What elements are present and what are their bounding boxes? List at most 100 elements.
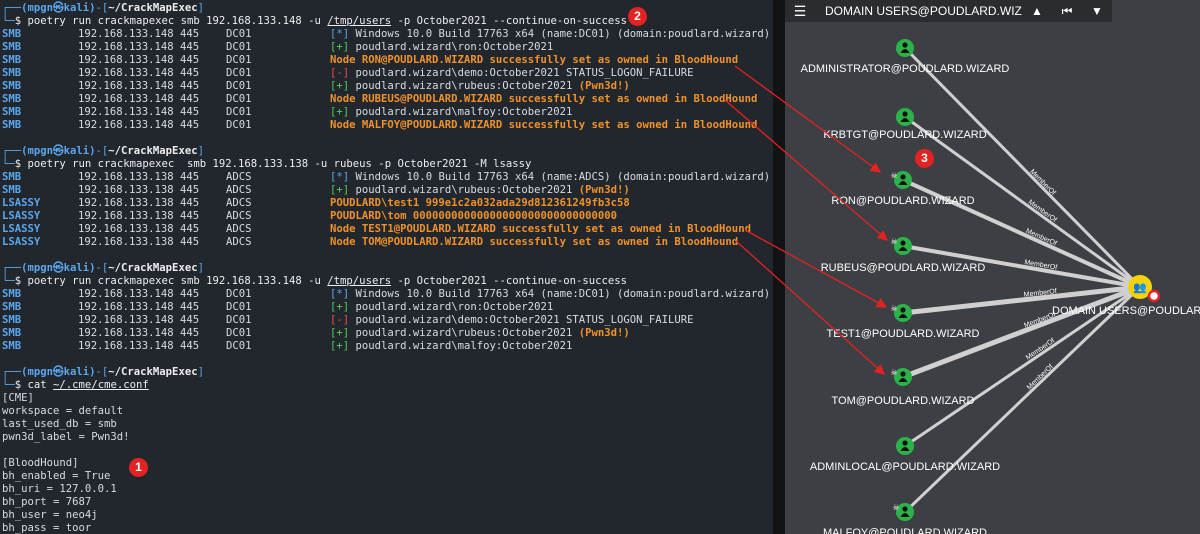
prompt-frame: └─ bbox=[2, 275, 15, 287]
bloodhound-graph-panel[interactable]: MemberOf MemberOf MemberOf MemberOf MemberOf… bbox=[785, 0, 1200, 534]
output-message: [*] Windows 10.0 Build 17763 x64 (name:A… bbox=[330, 171, 770, 184]
prompt-line: ┌──(mpgn㉿kali)-[~/CrackMapExec] bbox=[2, 262, 204, 275]
message-text: Windows 10.0 Build 17763 x64 (name:DC01)… bbox=[355, 28, 771, 40]
user-node-circle[interactable] bbox=[896, 39, 914, 57]
ip-address: 192.168.133.138 bbox=[78, 210, 174, 222]
node-label: TEST1@POUDLARD.WIZARD bbox=[827, 328, 980, 340]
pathfinding-icon[interactable]: ▲ bbox=[1022, 4, 1052, 18]
search-node-title[interactable]: DOMAIN USERS@POUDLARD.WIZARD bbox=[815, 4, 1022, 18]
ip-address: 192.168.133.148 bbox=[78, 288, 174, 300]
bloodhound-graph[interactable]: MemberOfMemberOfMemberOfMemberOfMemberOf… bbox=[785, 0, 1200, 534]
ip-address: 192.168.133.138 bbox=[78, 184, 174, 196]
hostname: DC01 bbox=[226, 67, 252, 79]
message-text: poudlard.wizard\malfoy:October2021 bbox=[355, 106, 573, 118]
hostname: ADCS bbox=[226, 236, 252, 248]
port: 445 bbox=[180, 288, 200, 300]
prompt-frame: └─ bbox=[2, 15, 15, 27]
hostname: DC01 bbox=[226, 93, 252, 105]
config-line: [BloodHound] bbox=[2, 457, 79, 470]
port: 445 bbox=[180, 41, 200, 53]
back-icon[interactable]: ⏮ bbox=[1052, 4, 1082, 19]
prompt-user: (mpgn㉿kali) bbox=[21, 145, 96, 157]
protocol-label: SMB bbox=[2, 93, 22, 105]
status-tag: [+] bbox=[330, 41, 350, 53]
command-text: $ poetry run crackmapexec smb 192.168.13… bbox=[14, 275, 328, 287]
prompt-user: (mpgn㉿kali) bbox=[21, 366, 96, 378]
command-line: └─$ poetry run crackmapexec smb 192.168.… bbox=[2, 275, 627, 288]
config-line: bh_port = 7687 bbox=[2, 496, 91, 509]
protocol-label: SMB bbox=[2, 327, 22, 339]
config-line: last_used_db = smb bbox=[2, 418, 117, 431]
status-tag: [+] bbox=[330, 301, 350, 313]
ip-address: 192.168.133.148 bbox=[78, 327, 174, 339]
output-message: POUDLARD\tom 000000000000000000000000000… bbox=[330, 210, 617, 223]
output-message: [+] poudlard.wizard\malfoy:October2021 bbox=[330, 106, 572, 119]
graph-node-user[interactable]: ADMINLOCAL@POUDLARD.WIZARD bbox=[810, 437, 1000, 473]
output-message: [+] poudlard.wizard\rubeus:October2021 (… bbox=[330, 80, 630, 93]
hostname: ADCS bbox=[226, 210, 252, 222]
prompt-frame: ┌── bbox=[2, 262, 22, 274]
prompt-bracket: -[ bbox=[95, 262, 109, 274]
protocol-label: SMB bbox=[2, 41, 22, 53]
group-icon: 👥 bbox=[1133, 281, 1147, 294]
user-node-circle[interactable] bbox=[896, 108, 914, 126]
protocol-label: SMB bbox=[2, 54, 22, 66]
prompt-dir: ~/CrackMapExec bbox=[108, 145, 198, 157]
command-path: /tmp/users bbox=[327, 15, 392, 27]
prompt-frame: └─ bbox=[2, 379, 15, 391]
protocol-label: SMB bbox=[2, 80, 22, 92]
output-message: [+] poudlard.wizard\malfoy:October2021 bbox=[330, 340, 572, 353]
user-icon bbox=[900, 307, 906, 313]
bloodhound-toolbar: ☰ DOMAIN USERS@POUDLARD.WIZARD ▲ ⏮ ▼ bbox=[785, 0, 1112, 22]
hostname: DC01 bbox=[226, 314, 252, 326]
output-message: POUDLARD\test1 999e1c2a032ada29d81236124… bbox=[330, 197, 630, 210]
protocol-label: SMB bbox=[2, 119, 22, 131]
command-line: └─$ poetry run crackmapexec smb 192.168.… bbox=[2, 15, 627, 28]
prompt-bracket: ] bbox=[197, 366, 204, 378]
prompt-bracket: -[ bbox=[95, 366, 109, 378]
port: 445 bbox=[180, 210, 200, 222]
user-icon bbox=[902, 440, 908, 446]
hostname: DC01 bbox=[226, 28, 252, 40]
port: 445 bbox=[180, 67, 200, 79]
port: 445 bbox=[180, 54, 200, 66]
ip-address: 192.168.133.148 bbox=[78, 106, 174, 118]
graph-node-user[interactable]: ADMINISTRATOR@POUDLARD.WIZARD bbox=[801, 39, 1010, 75]
hamburger-icon[interactable]: ☰ bbox=[785, 3, 815, 20]
callout-1: 1 bbox=[129, 458, 148, 477]
config-text: bh_port = 7687 bbox=[2, 496, 92, 508]
user-icon bbox=[902, 111, 908, 117]
protocol-label: SMB bbox=[2, 106, 22, 118]
config-text: bh_uri = 127.0.0.1 bbox=[2, 483, 117, 495]
protocol-label: SMB bbox=[2, 171, 22, 183]
ip-address: 192.168.133.148 bbox=[78, 119, 174, 131]
user-node-circle[interactable] bbox=[896, 437, 914, 455]
graph-node-user[interactable]: KRBTGT@POUDLARD.WIZARD bbox=[823, 108, 987, 141]
ip-address: 192.168.133.148 bbox=[78, 28, 174, 40]
owned-skull-icon: ☠ bbox=[891, 236, 897, 247]
terminal-window[interactable]: ┌──(mpgn㉿kali)-[~/CrackMapExec] └─$ poetr… bbox=[0, 0, 773, 534]
message-text: poudlard.wizard\demo:October2021 STATUS_… bbox=[355, 314, 694, 326]
port: 445 bbox=[180, 197, 200, 209]
hostname: ADCS bbox=[226, 184, 252, 196]
output-message: Node TEST1@POUDLARD.WIZARD successfully … bbox=[330, 223, 751, 236]
graph-node-user[interactable]: ☠ MALFOY@POUDLARD.WIZARD bbox=[823, 502, 987, 534]
window-divider bbox=[773, 0, 785, 534]
filter-icon[interactable]: ▼ bbox=[1082, 4, 1112, 18]
hostname: DC01 bbox=[226, 327, 252, 339]
message-text: poudlard.wizard\malfoy:October2021 bbox=[355, 340, 573, 352]
config-text: workspace = default bbox=[2, 405, 124, 417]
graph-node-user[interactable]: ☠ TOM@POUDLARD.WIZARD bbox=[832, 367, 975, 407]
hostname: DC01 bbox=[226, 119, 252, 131]
command-text: $ cat bbox=[14, 379, 54, 391]
output-message: [*] Windows 10.0 Build 17763 x64 (name:D… bbox=[330, 28, 770, 41]
node-label: ADMINLOCAL@POUDLARD.WIZARD bbox=[810, 461, 1000, 473]
port: 445 bbox=[180, 106, 200, 118]
prompt-frame: ┌── bbox=[2, 145, 22, 157]
owned-skull-icon: ☠ bbox=[891, 303, 897, 314]
graph-node-user[interactable]: ☠ RON@POUDLARD.WIZARD bbox=[831, 170, 974, 207]
config-line: bh_enabled = True bbox=[2, 470, 110, 483]
config-line: workspace = default bbox=[2, 405, 123, 418]
output-message: [-] poudlard.wizard\demo:October2021 STA… bbox=[330, 314, 694, 327]
ip-address: 192.168.133.148 bbox=[78, 93, 174, 105]
